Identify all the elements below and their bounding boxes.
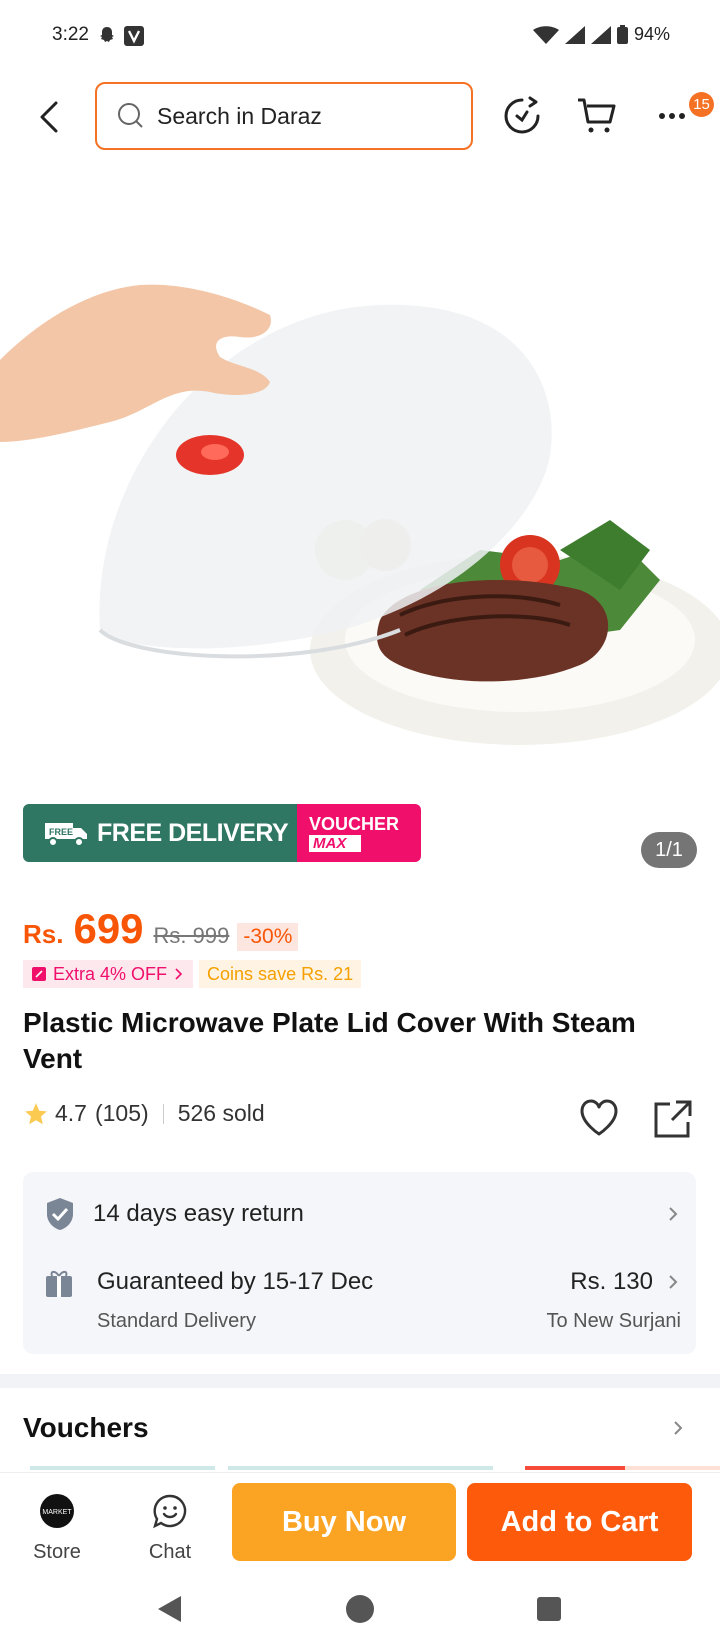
- original-price: Rs. 999: [153, 923, 230, 948]
- rating-divider: [162, 1103, 164, 1124]
- sold-count: 526 sold: [177, 1100, 265, 1126]
- signal-icon-2: [590, 25, 611, 44]
- add-to-cart-button[interactable]: Add to Cart: [467, 1483, 692, 1561]
- back-arrow-icon[interactable]: [32, 95, 72, 139]
- app-notification-icon: [124, 26, 144, 46]
- nav-back-icon[interactable]: [155, 1594, 183, 1624]
- voucher-card-1[interactable]: [30, 1466, 215, 1470]
- section-divider: [0, 1374, 720, 1388]
- delivery-guarantee: Guaranteed by 15-17 Dec: [97, 1268, 374, 1295]
- chevron-right-icon: [175, 968, 183, 980]
- voucher-ticket-icon: [32, 967, 46, 981]
- delivery-type: Standard Delivery: [97, 1310, 256, 1332]
- battery-icon: [616, 25, 628, 44]
- voucher-card-4[interactable]: [625, 1466, 720, 1470]
- service-card: 14 days easy return Guaranteed by 15-17 …: [23, 1172, 696, 1354]
- voucher-max-badge: VOUCHER MAX: [297, 804, 421, 862]
- system-nav-bar: [0, 1576, 720, 1650]
- rating-row[interactable]: 4.7 (105) 526 sold: [23, 1100, 265, 1127]
- return-policy-row[interactable]: 14 days easy return: [45, 1192, 681, 1236]
- buy-now-button[interactable]: Buy Now: [232, 1483, 456, 1561]
- voucher-card-3[interactable]: [525, 1466, 625, 1470]
- store-label: Store: [33, 1541, 81, 1563]
- heart-icon[interactable]: [578, 1098, 620, 1138]
- search-placeholder: Search in Daraz: [157, 102, 322, 129]
- coins-tag: Coins save Rs. 21: [199, 960, 362, 988]
- search-input[interactable]: Search in Daraz: [95, 82, 473, 150]
- battery-level: 94%: [633, 24, 670, 44]
- discount-badge: -30%: [237, 923, 299, 951]
- coins-label: Coins save Rs. 21: [207, 963, 354, 984]
- chevron-right-icon: [669, 1275, 678, 1289]
- gift-box-icon: [46, 1270, 72, 1297]
- shield-check-icon: [47, 1198, 73, 1230]
- chat-button[interactable]: Chat: [125, 1493, 215, 1564]
- history-icon[interactable]: [500, 94, 544, 138]
- delivery-destination: To New Surjani: [546, 1310, 681, 1332]
- product-title: Plastic Microwave Plate Lid Cover With S…: [23, 1007, 636, 1074]
- extra-off-tag[interactable]: Extra 4% OFF: [23, 960, 194, 988]
- store-button[interactable]: MARKET Store: [12, 1493, 102, 1564]
- image-counter: 1/1: [641, 832, 697, 868]
- nav-recents-icon[interactable]: [536, 1596, 562, 1622]
- product-photo: [0, 284, 720, 745]
- status-bar: 3:22 94%: [0, 0, 720, 72]
- delivery-truck-icon: FREE: [45, 823, 87, 847]
- voucher-max-label: MAX: [309, 834, 361, 852]
- review-count: (105): [94, 1100, 149, 1126]
- delivery-fee: Rs. 130: [570, 1268, 653, 1295]
- voucher-card-2[interactable]: [228, 1466, 493, 1470]
- status-right: 94%: [532, 24, 670, 45]
- cart-icon[interactable]: [575, 94, 619, 138]
- price-currency: Rs.: [23, 919, 64, 949]
- free-tag: FREE: [49, 827, 73, 837]
- store-logo-text: MARKET: [42, 1509, 72, 1516]
- voucher-label: VOUCHER: [309, 813, 400, 834]
- vouchers-heading[interactable]: Vouchers: [23, 1412, 149, 1444]
- snapchat-icon: [100, 27, 114, 42]
- chat-icon: [153, 1494, 187, 1529]
- price-row: Rs. 699 Rs. 999 -30%: [23, 905, 299, 955]
- free-delivery-label: FREE DELIVERY: [97, 818, 289, 847]
- bottom-action-bar: MARKET Store Chat Buy Now Add to Cart: [0, 1472, 720, 1576]
- status-time: 3:22: [52, 24, 89, 45]
- rating-value: 4.7: [55, 1100, 87, 1126]
- notification-badge: 15: [689, 92, 714, 117]
- star-icon: [25, 1102, 47, 1124]
- store-logo-icon: MARKET: [40, 1494, 74, 1528]
- more-options-icon[interactable]: [650, 94, 694, 138]
- free-delivery-badge: FREE FREE DELIVERY: [23, 804, 297, 862]
- promo-tags: Extra 4% OFF Coins save Rs. 21: [23, 960, 362, 988]
- signal-icon: [564, 25, 585, 44]
- chat-label: Chat: [148, 1541, 192, 1563]
- promo-banner[interactable]: FREE FREE DELIVERY VOUCHER MAX: [23, 804, 421, 862]
- return-policy-label: 14 days easy return: [93, 1200, 304, 1227]
- wifi-icon: [532, 25, 559, 44]
- product-image[interactable]: [0, 170, 720, 780]
- search-icon: [118, 103, 143, 128]
- nav-home-icon[interactable]: [345, 1594, 375, 1624]
- share-icon[interactable]: [652, 1098, 694, 1140]
- chevron-right-icon[interactable]: [672, 1416, 686, 1440]
- chevron-right-icon: [669, 1207, 678, 1221]
- current-price: 699: [73, 905, 144, 952]
- extra-off-label: Extra 4% OFF: [53, 963, 168, 984]
